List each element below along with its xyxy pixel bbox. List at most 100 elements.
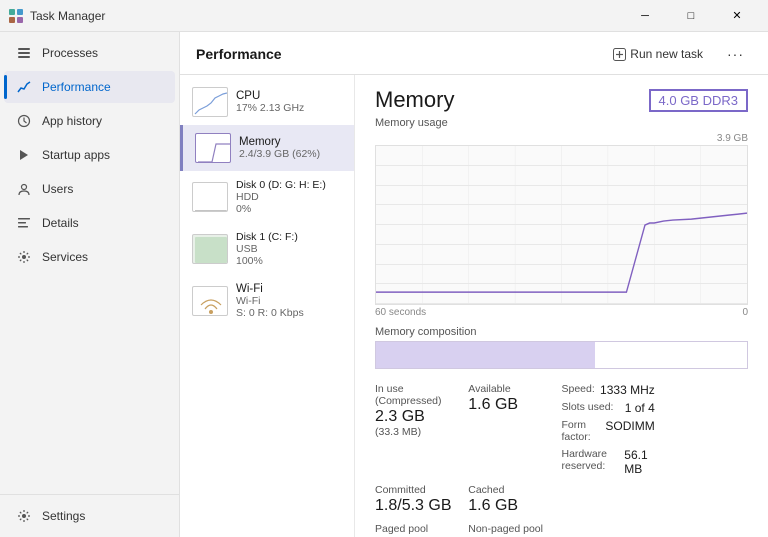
processes-icon xyxy=(16,45,32,61)
cpu-name: CPU xyxy=(236,90,342,102)
sidebar-label-details: Details xyxy=(42,216,79,230)
cached-value: 1.6 GB xyxy=(468,497,561,515)
users-icon xyxy=(16,181,32,197)
device-item-memory[interactable]: Memory 2.4/3.9 GB (62%) xyxy=(180,125,354,171)
hw-reserved-value: 56.1 MB xyxy=(624,448,654,476)
sidebar-label-users: Users xyxy=(42,182,73,196)
stat-paged-pool: Paged pool 157 MB xyxy=(375,521,468,537)
more-options-button[interactable]: ··· xyxy=(719,42,752,66)
device-item-cpu[interactable]: CPU 17% 2.13 GHz xyxy=(180,79,354,125)
wifi-thumbnail xyxy=(192,286,228,316)
sidebar-item-processes[interactable]: Processes xyxy=(4,37,175,69)
sidebar-item-services[interactable]: Services xyxy=(4,241,175,273)
disk1-info: Disk 1 (C: F:) USB 100% xyxy=(236,231,342,267)
sidebar-item-settings[interactable]: Settings xyxy=(4,500,175,532)
composition-available xyxy=(595,342,747,368)
composition-bar xyxy=(375,341,748,369)
slots-label: Slots used: xyxy=(562,401,614,414)
run-task-icon xyxy=(613,48,626,61)
speed-value: 1333 MHz xyxy=(600,383,655,397)
memory-name: Memory xyxy=(239,136,342,148)
disk1-thumbnail xyxy=(192,234,228,264)
sidebar-label-processes: Processes xyxy=(42,46,98,60)
nonpaged-pool-label: Non-paged pool xyxy=(468,523,561,535)
app-icon xyxy=(8,8,24,24)
main-header: Performance Run new task ··· xyxy=(180,32,768,75)
stats-grid: In use (Compressed) 2.3 GB (33.3 MB) Ava… xyxy=(375,381,748,537)
app-title: Task Manager xyxy=(30,9,622,23)
stat-committed: Committed 1.8/5.3 GB xyxy=(375,482,468,517)
paged-pool-label: Paged pool xyxy=(375,523,468,535)
chart-zero-label: 0 xyxy=(742,307,748,318)
memory-chart-svg xyxy=(376,146,747,304)
wifi-name: Wi-Fi xyxy=(236,283,342,295)
disk0-sub2: 0% xyxy=(236,203,342,215)
composition-used xyxy=(376,342,595,368)
titlebar: Task Manager ─ □ ✕ xyxy=(0,0,768,32)
app-layout: Processes Performance App history xyxy=(0,32,768,537)
sidebar-item-users[interactable]: Users xyxy=(4,173,175,205)
cached-label: Cached xyxy=(468,484,561,496)
settings-icon xyxy=(16,508,32,524)
form-label: Form factor: xyxy=(562,419,606,443)
slots-value: 1 of 4 xyxy=(625,401,655,415)
performance-icon xyxy=(16,79,32,95)
close-button[interactable]: ✕ xyxy=(714,0,760,32)
memory-badge: 4.0 GB DDR3 xyxy=(649,89,748,112)
memory-thumbnail xyxy=(195,133,231,163)
composition-label: Memory composition xyxy=(375,326,748,338)
run-new-task-button[interactable]: Run new task xyxy=(605,43,711,65)
memory-detail-panel: Memory 4.0 GB DDR3 Memory usage 3.9 GB xyxy=(355,75,768,537)
stat-speed: Speed: 1333 MHz Slots used: 1 of 4 Form … xyxy=(562,381,655,478)
speed-label: Speed: xyxy=(562,383,595,396)
device-item-disk0[interactable]: Disk 0 (D: G: H: E:) HDD 0% xyxy=(180,171,354,223)
chart-footer: 60 seconds 0 xyxy=(375,307,748,318)
cpu-sub: 17% 2.13 GHz xyxy=(236,102,342,114)
available-value: 1.6 GB xyxy=(468,396,561,414)
sidebar-label-startup-apps: Startup apps xyxy=(42,148,110,162)
wifi-sub2: S: 0 R: 0 Kbps xyxy=(236,307,342,319)
sidebar-item-app-history[interactable]: App history xyxy=(4,105,175,137)
detail-header: Memory 4.0 GB DDR3 xyxy=(375,87,748,113)
cpu-thumbnail xyxy=(192,87,228,117)
sidebar-label-services: Services xyxy=(42,250,88,264)
cpu-info: CPU 17% 2.13 GHz xyxy=(236,90,342,114)
sidebar-item-performance[interactable]: Performance xyxy=(4,71,175,103)
memory-sub: 2.4/3.9 GB (62%) xyxy=(239,148,342,160)
main-header-title: Performance xyxy=(196,46,597,62)
content-area: CPU 17% 2.13 GHz Memory 2.4/3.9 GB (62%) xyxy=(180,75,768,537)
sidebar-bottom: Settings xyxy=(0,494,179,537)
stat-in-use: In use (Compressed) 2.3 GB (33.3 MB) xyxy=(375,381,468,478)
main-content: Performance Run new task ··· xyxy=(180,32,768,537)
disk0-thumbnail xyxy=(192,182,228,212)
sidebar: Processes Performance App history xyxy=(0,32,180,537)
run-new-task-label: Run new task xyxy=(630,47,703,61)
committed-value: 1.8/5.3 GB xyxy=(375,497,468,515)
sidebar-item-details[interactable]: Details xyxy=(4,207,175,239)
disk1-name: Disk 1 (C: F:) xyxy=(236,231,342,243)
stat-cached: Cached 1.6 GB xyxy=(468,482,561,517)
chart-max-label: 3.9 GB xyxy=(375,133,748,144)
sidebar-label-performance: Performance xyxy=(42,80,111,94)
device-item-wifi[interactable]: Wi-Fi Wi-Fi S: 0 R: 0 Kbps xyxy=(180,275,354,327)
in-use-compressed: (33.3 MB) xyxy=(375,426,468,438)
sidebar-item-startup-apps[interactable]: Startup apps xyxy=(4,139,175,171)
memory-usage-chart xyxy=(375,145,748,305)
committed-label: Committed xyxy=(375,484,468,496)
minimize-button[interactable]: ─ xyxy=(622,0,668,32)
hw-reserved-label: Hardware reserved: xyxy=(562,448,625,475)
device-list: CPU 17% 2.13 GHz Memory 2.4/3.9 GB (62%) xyxy=(180,75,355,537)
memory-title: Memory xyxy=(375,87,454,113)
window-controls: ─ □ ✕ xyxy=(622,0,760,32)
stat-nonpaged-pool: Non-paged pool 79.2 MB xyxy=(468,521,561,537)
maximize-button[interactable]: □ xyxy=(668,0,714,32)
app-history-icon xyxy=(16,113,32,129)
device-item-disk1[interactable]: Disk 1 (C: F:) USB 100% xyxy=(180,223,354,275)
disk0-info: Disk 0 (D: G: H: E:) HDD 0% xyxy=(236,179,342,215)
form-value: SODIMM xyxy=(605,419,654,444)
disk0-sub: HDD xyxy=(236,191,342,203)
in-use-value: 2.3 GB xyxy=(375,408,468,426)
disk1-sub: USB xyxy=(236,243,342,255)
sidebar-label-app-history: App history xyxy=(42,114,102,128)
startup-icon xyxy=(16,147,32,163)
